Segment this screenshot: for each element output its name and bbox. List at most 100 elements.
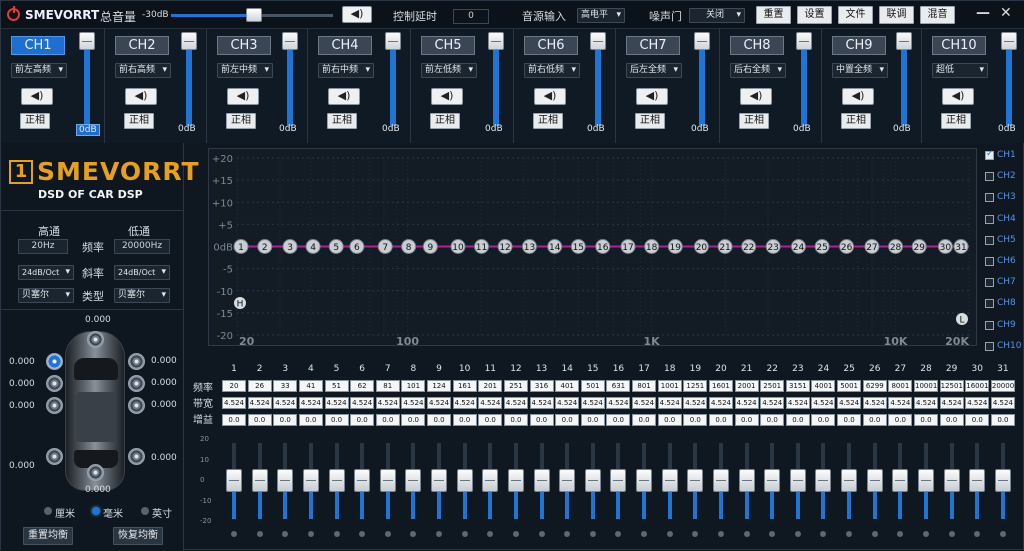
delay-top-value[interactable]: 0.000 bbox=[85, 315, 111, 325]
band-gain-knob[interactable] bbox=[661, 469, 678, 492]
eq-band-marker[interactable]: 22 bbox=[741, 239, 757, 254]
band-gain-cell[interactable]: 0.0 bbox=[965, 414, 990, 426]
band-link-dot[interactable] bbox=[538, 531, 545, 537]
eq-band-marker[interactable]: 31 bbox=[953, 239, 969, 254]
band-gain-cell[interactable]: 0.0 bbox=[990, 414, 1015, 426]
band-gain-cell[interactable]: 0.0 bbox=[529, 414, 554, 426]
band-gain-knob[interactable] bbox=[789, 469, 806, 492]
band-gain-cell[interactable]: 0.0 bbox=[683, 414, 708, 426]
band-freq-cell[interactable]: 5001 bbox=[837, 380, 862, 392]
band-gain-cell[interactable]: 0.0 bbox=[734, 414, 759, 426]
band-link-dot[interactable] bbox=[487, 531, 494, 537]
channel-select-checkbox[interactable] bbox=[985, 278, 994, 288]
channel-mute-button[interactable]: ◀) bbox=[942, 88, 974, 105]
band-bw-cell[interactable]: 4.524 bbox=[273, 397, 298, 409]
band-link-dot[interactable] bbox=[333, 531, 340, 537]
band-freq-cell[interactable]: 81 bbox=[375, 380, 400, 392]
band-link-dot[interactable] bbox=[615, 531, 622, 537]
speaker-front-center[interactable] bbox=[87, 331, 104, 348]
channel-phase-button[interactable]: 正相 bbox=[124, 113, 154, 129]
band-gain-fader[interactable] bbox=[251, 443, 268, 519]
channel-label[interactable]: CH10 bbox=[932, 36, 986, 55]
band-freq-cell[interactable]: 161 bbox=[452, 380, 477, 392]
band-bw-cell[interactable]: 4.524 bbox=[401, 397, 426, 409]
band-freq-cell[interactable]: 2001 bbox=[734, 380, 759, 392]
band-gain-fader[interactable] bbox=[456, 443, 473, 519]
lowpass-freq[interactable]: 20000Hz bbox=[114, 239, 170, 254]
eq-band-marker[interactable]: 21 bbox=[717, 239, 733, 254]
band-freq-cell[interactable]: 251 bbox=[503, 380, 528, 392]
channel-position-select[interactable]: 后右全频 bbox=[730, 63, 786, 78]
band-gain-knob[interactable] bbox=[431, 469, 448, 492]
highpass-freq[interactable]: 20Hz bbox=[18, 239, 68, 254]
master-volume-slider[interactable] bbox=[171, 8, 333, 22]
channel-gain-fader[interactable] bbox=[694, 32, 710, 126]
band-gain-fader[interactable] bbox=[354, 443, 371, 519]
channel-label[interactable]: CH7 bbox=[626, 36, 680, 55]
channel-gain-knob[interactable] bbox=[796, 32, 812, 50]
channel-position-select[interactable]: 前左低频 bbox=[421, 63, 477, 78]
eq-band-marker[interactable]: 17 bbox=[620, 239, 636, 254]
channel-gain-fader[interactable] bbox=[796, 32, 812, 126]
band-bw-cell[interactable]: 4.524 bbox=[837, 397, 862, 409]
band-gain-fader[interactable] bbox=[302, 443, 319, 519]
channel-phase-button[interactable]: 正相 bbox=[941, 113, 971, 129]
speaker-front-right-mid[interactable] bbox=[128, 375, 145, 392]
channel-position-select[interactable]: 后左全频 bbox=[626, 63, 682, 78]
band-gain-fader[interactable] bbox=[610, 443, 627, 519]
band-freq-cell[interactable]: 12501 bbox=[939, 380, 964, 392]
channel-select-checkbox[interactable] bbox=[985, 235, 994, 245]
channel-phase-button[interactable]: 正相 bbox=[20, 113, 50, 129]
eq-band-marker[interactable]: 28 bbox=[888, 239, 904, 254]
speaker-rear-left[interactable] bbox=[46, 448, 63, 465]
band-gain-knob[interactable] bbox=[610, 469, 627, 492]
channel-phase-button[interactable]: 正相 bbox=[841, 113, 871, 129]
band-freq-cell[interactable]: 3151 bbox=[785, 380, 810, 392]
channel-gain-knob[interactable] bbox=[488, 32, 504, 50]
eq-band-marker[interactable]: 4 bbox=[305, 239, 321, 254]
band-bw-cell[interactable]: 4.524 bbox=[580, 397, 605, 409]
band-freq-cell[interactable]: 33 bbox=[273, 380, 298, 392]
band-link-dot[interactable] bbox=[769, 531, 776, 537]
band-gain-knob[interactable] bbox=[354, 469, 371, 492]
band-gain-cell[interactable]: 0.0 bbox=[427, 414, 452, 426]
eq-band-marker[interactable]: 19 bbox=[667, 239, 683, 254]
channel-label[interactable]: CH4 bbox=[318, 36, 372, 55]
band-link-dot[interactable] bbox=[307, 531, 314, 537]
band-bw-cell[interactable]: 4.524 bbox=[785, 397, 810, 409]
band-gain-fader[interactable] bbox=[226, 443, 242, 519]
band-gain-knob[interactable] bbox=[456, 469, 473, 492]
channel-select-checkbox[interactable] bbox=[985, 172, 994, 182]
band-gain-fader[interactable] bbox=[687, 443, 704, 519]
band-gain-knob[interactable] bbox=[302, 469, 319, 492]
eq-band-marker[interactable]: 1 bbox=[233, 239, 249, 254]
band-gain-knob[interactable] bbox=[764, 469, 781, 492]
reset-button[interactable]: 重置 bbox=[756, 6, 791, 24]
band-link-dot[interactable] bbox=[666, 531, 673, 537]
speaker-subwoofer[interactable] bbox=[87, 464, 104, 481]
eq-band-marker[interactable]: 2 bbox=[257, 239, 273, 254]
channel-mute-button[interactable]: ◀) bbox=[636, 88, 668, 105]
band-link-dot[interactable] bbox=[410, 531, 417, 537]
band-gain-fader[interactable] bbox=[482, 443, 499, 519]
band-gain-fader[interactable] bbox=[994, 443, 1011, 519]
eq-graph[interactable]: +20 +15 +10 +5 0dB -5 -10 -15 -20 20 100 1K 10K 20K 1 2… bbox=[208, 148, 977, 347]
band-gain-knob[interactable] bbox=[687, 469, 704, 492]
channel-mute-button[interactable]: ◀) bbox=[328, 88, 360, 105]
band-bw-cell[interactable]: 4.524 bbox=[811, 397, 836, 409]
file-button[interactable]: 文件 bbox=[838, 6, 873, 24]
band-freq-cell[interactable]: 2501 bbox=[760, 380, 785, 392]
channel-position-select[interactable]: 中置全频 bbox=[832, 63, 888, 78]
band-gain-cell[interactable]: 0.0 bbox=[580, 414, 605, 426]
band-gain-knob[interactable] bbox=[379, 469, 396, 492]
band-gain-cell[interactable]: 0.0 bbox=[632, 414, 657, 426]
band-gain-cell[interactable]: 0.0 bbox=[837, 414, 862, 426]
band-gain-cell[interactable]: 0.0 bbox=[222, 414, 246, 426]
band-gain-cell[interactable]: 0.0 bbox=[811, 414, 836, 426]
band-gain-knob[interactable] bbox=[892, 469, 909, 492]
band-freq-cell[interactable]: 8001 bbox=[888, 380, 913, 392]
band-gain-knob[interactable] bbox=[815, 469, 832, 492]
band-gain-knob[interactable] bbox=[226, 469, 242, 492]
channel-mute-button[interactable]: ◀) bbox=[740, 88, 772, 105]
band-link-dot[interactable] bbox=[359, 531, 366, 537]
